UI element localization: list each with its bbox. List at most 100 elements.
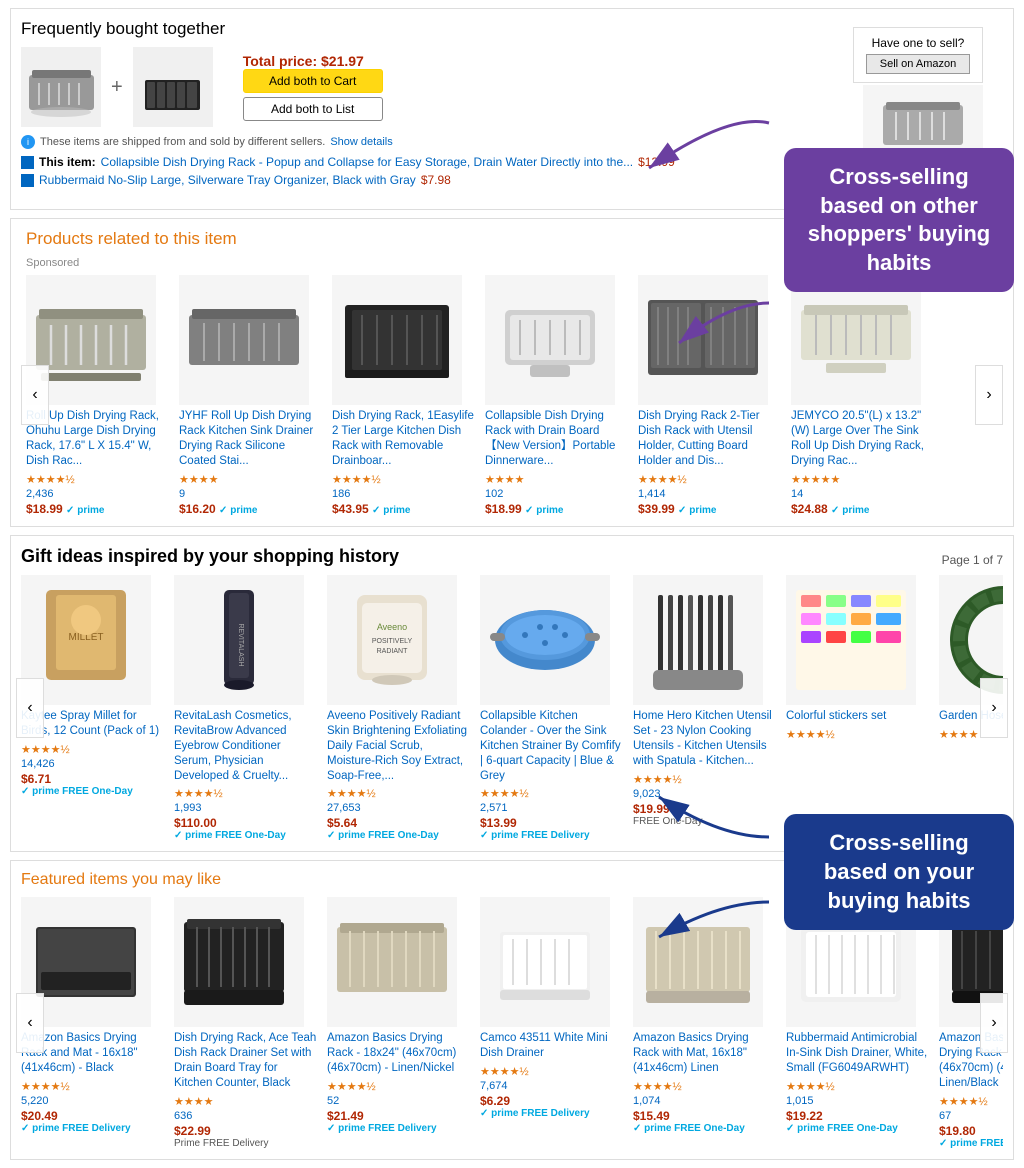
featured-product-5-price: $15.49	[633, 1109, 778, 1123]
gift-product-4-stars: ★★★★½	[480, 787, 625, 800]
related-product-6-image	[791, 275, 921, 405]
featured-product-7-price: $19.80	[939, 1124, 1003, 1138]
featured-product-3-link[interactable]: Amazon Basics Drying Rack - 18x24" (46x7…	[327, 1031, 472, 1076]
fbt-item2-checkbox[interactable]	[21, 174, 34, 187]
gift-product-6-image	[786, 575, 916, 705]
related-product-6-count: 14	[791, 488, 803, 500]
gift-next-button[interactable]: ›	[980, 678, 1008, 738]
gift-product-6-stars: ★★★★½	[786, 728, 931, 741]
add-both-to-cart-button[interactable]: Add both to Cart	[243, 69, 383, 93]
featured-product-2: Dish Drying Rack, Ace Teah Dish Rack Dra…	[174, 897, 319, 1149]
gift-product-2-prime: prime FREE One-Day	[174, 830, 319, 841]
featured-product-1-price: $20.49	[21, 1109, 166, 1123]
related-product-3-count: 186	[332, 488, 350, 500]
fbt-product1-image	[21, 47, 101, 127]
related-product-6-prime: prime	[831, 505, 869, 516]
show-details-link[interactable]: Show details	[330, 136, 392, 148]
gift-prev-button[interactable]: ‹	[16, 678, 44, 738]
related-product-5-link[interactable]: Dish Drying Rack 2-Tier Dish Rack with U…	[638, 409, 783, 469]
featured-product-5-count: 1,074	[633, 1095, 661, 1107]
gift-product-3: Aveeno POSITIVELY RADIANT Aveeno Positiv…	[327, 575, 472, 842]
related-prev-button[interactable]: ‹	[21, 365, 49, 425]
svg-text:REVITALASH: REVITALASH	[237, 623, 244, 666]
fbt-total-price: Total price: $21.97	[243, 53, 383, 69]
related-product-2-prime: prime	[219, 505, 257, 516]
featured-product-4-image	[480, 897, 610, 1027]
featured-next-button[interactable]: ›	[980, 993, 1008, 1053]
gift-section: Gift ideas inspired by your shopping his…	[10, 535, 1014, 853]
gift-carousel: ‹ MILLET Kaytee Spray Millet for Birds, …	[21, 575, 1003, 842]
related-product-6-stars: ★★★★★	[791, 473, 936, 486]
gift-product-6-link[interactable]: Colorful stickers set	[786, 709, 931, 724]
featured-product-4-stars: ★★★★½	[480, 1065, 625, 1078]
gift-product-4-link[interactable]: Collapsible Kitchen Colander - Over the …	[480, 709, 625, 784]
related-product-1-price: $18.99 prime	[26, 502, 171, 516]
related-product-2-count: 9	[179, 488, 185, 500]
featured-product-4-prime: prime FREE Delivery	[480, 1108, 625, 1119]
fbt-item1-checkbox[interactable]	[21, 156, 34, 169]
gift-product-2-stars: ★★★★½	[174, 787, 319, 800]
featured-title: Featured items you may like	[21, 871, 221, 889]
gift-product-4-price: $13.99	[480, 816, 625, 830]
featured-prev-button[interactable]: ‹	[16, 993, 44, 1053]
featured-product-2-price: $22.99	[174, 1124, 319, 1138]
related-product-3-stars: ★★★★½	[332, 473, 477, 486]
featured-product-1-prime: prime FREE Delivery	[21, 1123, 166, 1134]
related-product-4-stars: ★★★★	[485, 473, 630, 486]
callout2-arrow	[649, 777, 779, 850]
info-icon: i	[21, 135, 35, 149]
featured-product-5-prime: prime FREE One-Day	[633, 1123, 778, 1134]
featured-product-2-image	[174, 897, 304, 1027]
featured-product-3-prime: prime FREE Delivery	[327, 1123, 472, 1134]
sell-on-amazon-box: Have one to sell? Sell on Amazon	[853, 27, 983, 83]
featured-product-4-link[interactable]: Camco 43511 White Mini Dish Drainer	[480, 1031, 625, 1061]
featured-products-grid: Amazon Basics Drying Rack and Mat - 16x1…	[21, 897, 1003, 1149]
featured-product-2-stars: ★★★★	[174, 1095, 319, 1108]
related-product-3-prime: prime	[372, 505, 410, 516]
gift-product-5-link[interactable]: Home Hero Kitchen Utensil Set - 23 Nylon…	[633, 709, 778, 769]
related-carousel: ‹	[26, 275, 998, 516]
related-product-3-link[interactable]: Dish Drying Rack, 1Easylife 2 Tier Large…	[332, 409, 477, 469]
featured-product-3: Amazon Basics Drying Rack - 18x24" (46x7…	[327, 897, 472, 1149]
featured-product-1-count: 5,220	[21, 1095, 49, 1107]
related-product-6: JEMYCO 20.5"(L) x 13.2"(W) Large Over Th…	[791, 275, 936, 516]
callout-other-shoppers: Cross-selling based on other shoppers' b…	[784, 148, 1014, 292]
related-product-6-link[interactable]: JEMYCO 20.5"(L) x 13.2"(W) Large Over Th…	[791, 409, 936, 469]
related-product-2-link[interactable]: JYHF Roll Up Dish Drying Rack Kitchen Si…	[179, 409, 324, 469]
gift-products-grid: MILLET Kaytee Spray Millet for Birds, 12…	[21, 575, 1003, 842]
featured-product-6-stars: ★★★★½	[786, 1080, 931, 1093]
featured-product-5-link[interactable]: Amazon Basics Drying Rack with Mat, 16x1…	[633, 1031, 778, 1076]
svg-text:Aveeno: Aveeno	[377, 622, 407, 632]
gift-product-1-price: $6.71	[21, 772, 166, 786]
sell-on-amazon-button[interactable]: Sell on Amazon	[866, 54, 970, 74]
gift-product-4-image	[480, 575, 610, 705]
related-product-4-price: $18.99 prime	[485, 502, 630, 516]
related-product-2-image	[179, 275, 309, 405]
add-both-to-list-button[interactable]: Add both to List	[243, 97, 383, 121]
gift-product-4: Collapsible Kitchen Colander - Over the …	[480, 575, 625, 842]
sell-label: Have one to sell?	[866, 36, 970, 50]
featured-product-6-price: $19.22	[786, 1109, 931, 1123]
related-next-button[interactable]: ›	[975, 365, 1003, 425]
featured-product-7-stars: ★★★★½	[939, 1095, 1003, 1108]
fbt-plus-sign: +	[111, 76, 123, 99]
fbt-item2-price: $7.98	[421, 173, 451, 187]
gift-product-2-link[interactable]: RevitaLash Cosmetics, RevitaBrow Advance…	[174, 709, 319, 784]
featured-product-3-count: 52	[327, 1095, 339, 1107]
gift-product-2-price: $110.00	[174, 816, 319, 830]
gift-product-1-prime: prime FREE One-Day	[21, 786, 166, 797]
fbt-item1-link[interactable]: Collapsible Dish Drying Rack - Popup and…	[101, 155, 633, 169]
related-product-1-count: 2,436	[26, 488, 54, 500]
gift-product-3-prime: prime FREE One-Day	[327, 830, 472, 841]
related-product-4-link[interactable]: Collapsible Dish Drying Rack with Drain …	[485, 409, 630, 469]
featured-product-4: Camco 43511 White Mini Dish Drainer ★★★★…	[480, 897, 625, 1149]
gift-product-3-link[interactable]: Aveeno Positively Radiant Skin Brighteni…	[327, 709, 472, 784]
related-product-2-stars: ★★★★	[179, 473, 324, 486]
related-product-2-price: $16.20 prime	[179, 502, 324, 516]
related-product-2: JYHF Roll Up Dish Drying Rack Kitchen Si…	[179, 275, 324, 516]
featured-product-6-link[interactable]: Rubbermaid Antimicrobial In-Sink Dish Dr…	[786, 1031, 931, 1076]
related-product-4-count: 102	[485, 488, 503, 500]
fbt-product2-image	[133, 47, 213, 127]
featured-product-2-link[interactable]: Dish Drying Rack, Ace Teah Dish Rack Dra…	[174, 1031, 319, 1091]
fbt-item2-link[interactable]: Rubbermaid No-Slip Large, Silverware Tra…	[39, 173, 416, 187]
